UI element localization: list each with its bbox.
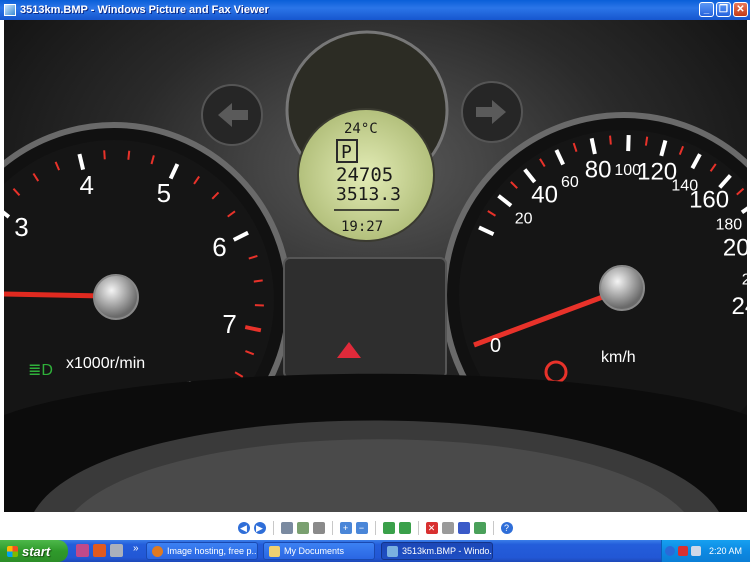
task-firefox[interactable]: Image hosting, free p... <box>146 542 258 560</box>
speed-number: 160 <box>689 186 729 213</box>
speed-number: 60 <box>561 174 579 191</box>
speedometer-zero-label: 0 <box>490 335 501 357</box>
tray-network-icon[interactable] <box>691 546 701 556</box>
tach-tick <box>103 150 106 160</box>
window-title: 3513km.BMP - Windows Picture and Fax Vie… <box>20 4 269 16</box>
quicklaunch-app-icon[interactable] <box>76 544 89 557</box>
tach-tick <box>253 279 263 283</box>
start-button[interactable]: start <box>0 540 68 562</box>
close-button[interactable]: ✕ <box>733 2 748 17</box>
system-tray: 2:20 AM <box>661 540 750 562</box>
quicklaunch-desktop-icon[interactable] <box>110 544 123 557</box>
dashboard-photo: 2345678 x1000r/min ≣D 204060801001201401… <box>4 20 747 512</box>
speed-tick <box>644 136 649 146</box>
help-icon[interactable]: ? <box>500 522 513 534</box>
windows-flag-icon <box>7 545 18 557</box>
best-fit-icon[interactable] <box>280 522 293 534</box>
quicklaunch-mail-icon[interactable] <box>93 544 106 557</box>
speed-tick <box>609 135 612 145</box>
tachometer-unit: x1000r/min <box>66 355 145 372</box>
quicklaunch-chevron-icon[interactable]: » <box>133 543 139 554</box>
speed-number: 40 <box>531 182 558 209</box>
speed-number: 20 <box>515 211 533 228</box>
speedometer-unit: km/h <box>601 349 636 366</box>
rotate-counterclockwise-icon[interactable] <box>398 522 411 534</box>
folder-icon <box>269 545 280 557</box>
tray-security-icon[interactable] <box>678 546 688 556</box>
firefox-icon <box>152 545 163 557</box>
speed-number: 240 <box>731 293 747 320</box>
task-picture-viewer[interactable]: 3513km.BMP - Windo... <box>381 542 493 560</box>
taskbar: start » Image hosting, free p... My Docu… <box>0 540 750 562</box>
image-viewer-area: 2345678 x1000r/min ≣D 204060801001201401… <box>0 20 750 517</box>
save-icon[interactable] <box>457 522 470 534</box>
tach-tick <box>127 150 131 160</box>
task-label: My Documents <box>284 546 345 556</box>
speed-number: 200 <box>723 235 747 262</box>
zoom-out-icon[interactable]: − <box>355 522 368 534</box>
lcd-temperature: 24°C <box>344 121 378 137</box>
lcd-clock: 19:27 <box>341 219 383 235</box>
lcd-gear: P <box>341 142 352 163</box>
open-editor-icon[interactable] <box>473 522 486 534</box>
task-my-documents[interactable]: My Documents <box>263 542 375 560</box>
task-label: 3513km.BMP - Windo... <box>402 546 493 556</box>
tray-clock: 2:20 AM <box>708 546 742 556</box>
tach-number: 5 <box>157 178 171 208</box>
picture-viewer-icon <box>4 4 16 16</box>
minimize-button[interactable]: _ <box>699 2 714 17</box>
headlight-indicator-icon: ≣D <box>28 362 53 379</box>
actual-size-icon[interactable] <box>296 522 309 534</box>
picture-viewer-icon <box>387 545 398 557</box>
tray-arrow-icon[interactable] <box>665 546 675 556</box>
delete-icon[interactable]: ✕ <box>425 522 438 534</box>
tach-number: 4 <box>80 170 94 200</box>
start-label: start <box>22 543 51 559</box>
speed-number: 22 <box>742 271 747 288</box>
rotate-clockwise-icon[interactable] <box>382 522 395 534</box>
lcd-trip: 3513.3 <box>336 184 401 205</box>
title-bar: 3513km.BMP - Windows Picture and Fax Vie… <box>0 0 750 20</box>
restore-button[interactable]: ❐ <box>716 2 731 17</box>
speed-number: 80 <box>585 157 612 184</box>
tach-number: 7 <box>222 309 236 339</box>
previous-image-icon[interactable]: ◀ <box>237 522 250 534</box>
next-image-icon[interactable]: ▶ <box>253 522 266 534</box>
tach-number: 6 <box>212 232 226 262</box>
zoom-in-icon[interactable]: + <box>339 522 352 534</box>
speed-number: 180 <box>715 217 742 234</box>
tachometer-needle <box>4 291 105 299</box>
tach-number: 3 <box>14 212 28 242</box>
print-icon[interactable] <box>441 522 454 534</box>
lcd-odometer: 24705 <box>336 164 393 186</box>
viewer-toolbar: ◀ ▶ + − ✕ ? <box>0 517 750 539</box>
slideshow-icon[interactable] <box>312 522 325 534</box>
task-label: Image hosting, free p... <box>167 546 258 556</box>
